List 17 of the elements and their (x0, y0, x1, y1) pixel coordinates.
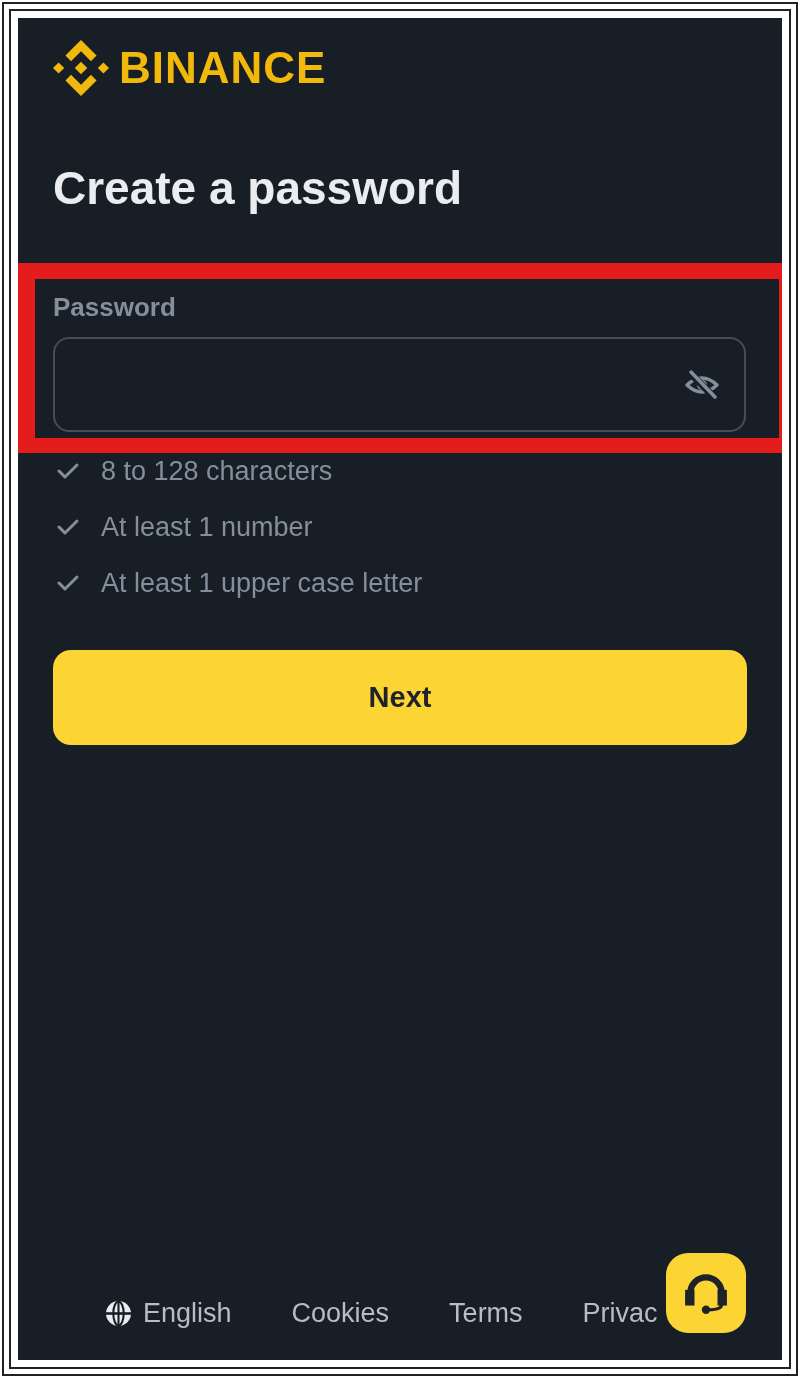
globe-icon (106, 1300, 131, 1326)
password-label: Password (53, 292, 177, 324)
next-button[interactable]: Next (53, 650, 747, 746)
eye-slash-icon[interactable] (684, 367, 720, 402)
headset-icon (683, 1271, 729, 1315)
footer-link[interactable]: Terms (449, 1293, 523, 1333)
language-link[interactable]: English (106, 1293, 232, 1333)
requirement-text: 8 to 128 characters (101, 455, 333, 488)
requirement-text: At least 1 number (101, 511, 313, 544)
page-title: Create a password (53, 161, 464, 216)
brand-name: BINANCE (119, 46, 327, 90)
footer-link[interactable]: Cookies (291, 1293, 390, 1333)
password-field[interactable] (53, 337, 746, 433)
support-button[interactable] (666, 1253, 746, 1333)
requirement-text: At least 1 upper case letter (101, 567, 423, 600)
logo-icon (53, 40, 109, 96)
footer-link[interactable]: Privac (582, 1293, 658, 1333)
